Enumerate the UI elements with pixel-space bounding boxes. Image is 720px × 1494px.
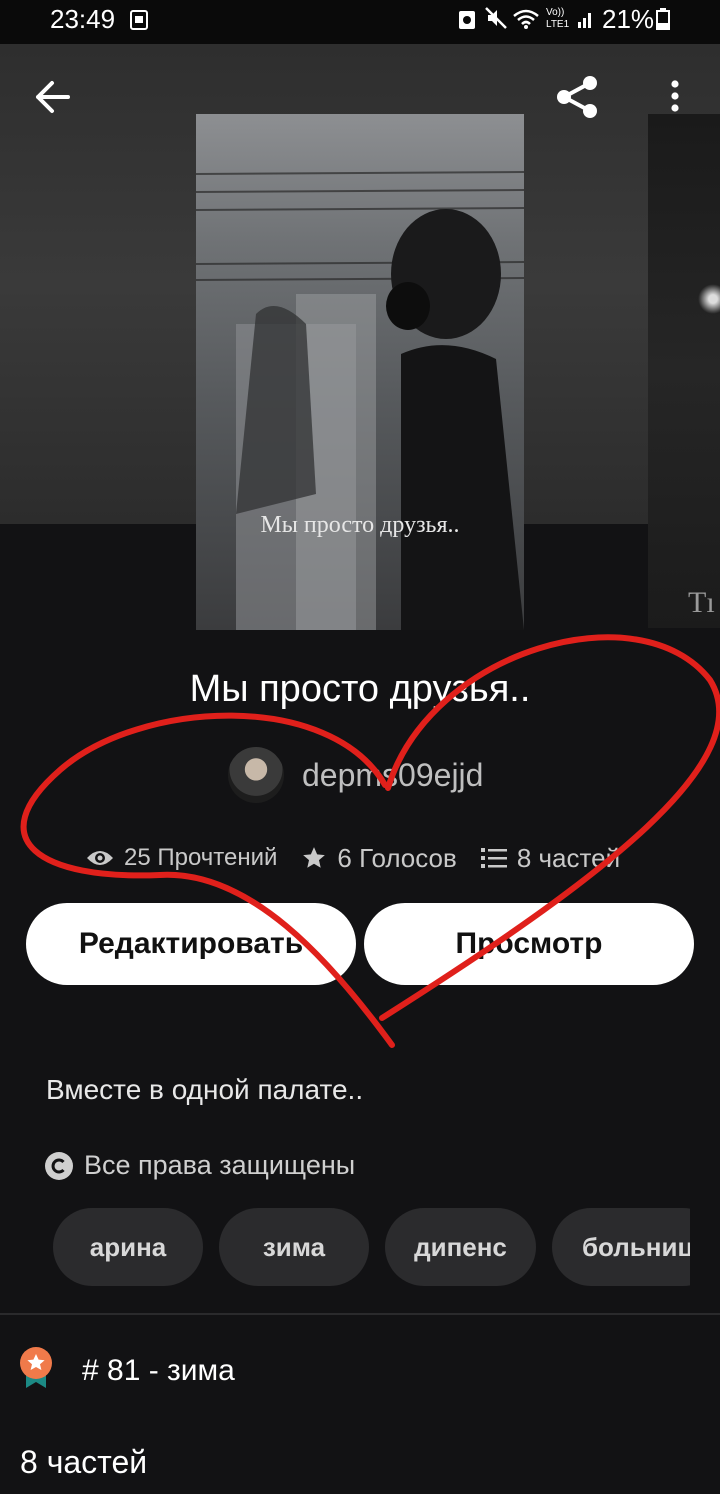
eye-icon [87,851,113,865]
alarm-icon [458,6,476,37]
back-arrow-icon [36,81,70,113]
author-name[interactable]: depms09ejjd [302,757,483,794]
parts-heading: 8 частей [20,1444,148,1480]
svg-text:Vo)): Vo)) [546,7,564,18]
battery-percent: 21% [602,4,655,34]
reads-count: 25 Прочтений [124,844,278,871]
tag-chip[interactable]: дипенс [385,1208,536,1286]
more-vert-icon [671,80,679,112]
rank-text: # 81 - зима [82,1354,235,1387]
divider [0,1313,720,1315]
tag-chip[interactable]: арина [53,1208,203,1286]
next-story-cover[interactable]: Tı [648,114,720,628]
parts-count: 8 частей [516,842,621,873]
author-row[interactable]: depms09ejjd [228,746,483,804]
back-button[interactable] [34,80,72,119]
parts-stat: 8 частей [480,842,621,874]
share-icon [557,76,597,118]
cover-light-spot [698,284,720,314]
story-stats: 25 Прочтений 6 Голосов 8 частей [86,838,644,878]
rank-row[interactable]: # 81 - зима [18,1346,235,1390]
votes-count: 6 Голосов [337,842,457,873]
story-cover[interactable]: Мы просто друзья.. [196,114,524,630]
story-description: Вместе в одной палате.. [46,1074,364,1105]
copyright-icon [45,1151,73,1180]
edit-button[interactable]: Редактировать [26,903,356,985]
copyright-row: Все права защищены [44,1150,355,1181]
votes-stat: 6 Голосов [301,842,457,874]
tag-chip[interactable]: зима [219,1208,369,1286]
tag-chip[interactable]: больниц [552,1208,690,1286]
star-icon [303,847,326,868]
share-button[interactable] [554,74,600,125]
cover-title-text: Мы просто друзья.. [260,512,460,538]
status-bar: 23:49 Vo)) LTE1 21% [0,0,720,44]
tag-list: арина зима дипенс больниц [53,1208,690,1288]
mute-icon [484,6,508,37]
status-time: 23:49 [50,4,116,34]
reads-stat: 25 Прочтений [86,844,277,872]
screenshot-notification-icon [130,6,148,37]
view-button[interactable]: Просмотр [364,903,694,985]
story-title: Мы просто друзья.. [189,668,531,710]
wifi-icon [512,6,540,37]
rank-badge-icon [20,1347,52,1388]
cover-artwork [196,171,524,630]
volte-lte-icon: Vo)) LTE1 [544,4,596,37]
battery-icon [656,6,670,37]
avatar[interactable] [228,747,284,803]
next-cover-text: Tı [688,586,715,619]
copyright-text: Все права защищены [84,1150,356,1180]
list-icon [480,848,507,868]
svg-text:LTE1: LTE1 [546,19,570,30]
